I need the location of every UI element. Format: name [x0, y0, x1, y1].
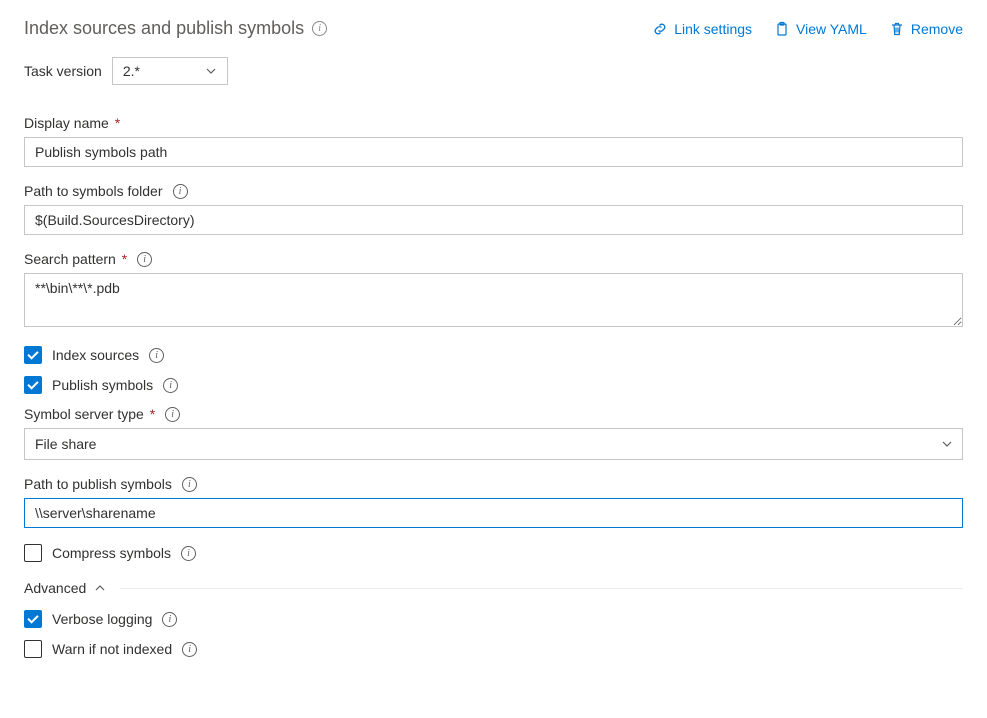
remove-button[interactable]: Remove — [889, 21, 963, 37]
info-icon[interactable] — [173, 184, 188, 199]
compress-label: Compress symbols — [52, 545, 171, 561]
clipboard-icon — [774, 21, 790, 37]
display-name-label: Display name * — [24, 115, 120, 131]
verbose-row: Verbose logging — [24, 610, 963, 628]
section-divider — [120, 588, 963, 589]
warn-label: Warn if not indexed — [52, 641, 172, 657]
chevron-up-icon — [94, 582, 106, 594]
info-icon[interactable] — [312, 21, 327, 36]
warn-checkbox[interactable] — [24, 640, 42, 658]
verbose-label: Verbose logging — [52, 611, 152, 627]
search-pattern-label: Search pattern * — [24, 251, 127, 267]
verbose-checkbox[interactable] — [24, 610, 42, 628]
compress-row: Compress symbols — [24, 544, 963, 562]
publish-path-input[interactable] — [24, 498, 963, 528]
link-settings-button[interactable]: Link settings — [652, 21, 752, 37]
link-icon — [652, 21, 668, 37]
task-version-select[interactable]: 2.* — [112, 57, 228, 85]
info-icon[interactable] — [163, 378, 178, 393]
symbols-folder-field: Path to symbols folder — [24, 183, 963, 235]
task-version-row: Task version 2.* — [24, 57, 963, 85]
task-version-label: Task version — [24, 63, 102, 79]
chevron-down-icon — [205, 65, 217, 77]
display-name-input[interactable] — [24, 137, 963, 167]
warn-row: Warn if not indexed — [24, 640, 963, 658]
advanced-section-header[interactable]: Advanced — [24, 580, 963, 596]
info-icon[interactable] — [162, 612, 177, 627]
search-pattern-input[interactable] — [24, 273, 963, 327]
compress-checkbox[interactable] — [24, 544, 42, 562]
header: Index sources and publish symbols Link s… — [24, 18, 963, 39]
info-icon[interactable] — [149, 348, 164, 363]
trash-icon — [889, 21, 905, 37]
symbols-folder-label: Path to symbols folder — [24, 183, 163, 199]
publish-path-label: Path to publish symbols — [24, 476, 172, 492]
remove-label: Remove — [911, 21, 963, 37]
display-name-field: Display name * — [24, 115, 963, 167]
index-sources-label: Index sources — [52, 347, 139, 363]
server-type-label: Symbol server type * — [24, 406, 155, 422]
info-icon[interactable] — [181, 546, 196, 561]
view-yaml-button[interactable]: View YAML — [774, 21, 867, 37]
server-type-value: File share — [35, 436, 96, 452]
publish-symbols-row: Publish symbols — [24, 376, 963, 394]
search-pattern-field: Search pattern * — [24, 251, 963, 330]
view-yaml-label: View YAML — [796, 21, 867, 37]
page-title: Index sources and publish symbols — [24, 18, 304, 39]
server-type-field: Symbol server type * File share — [24, 406, 963, 460]
info-icon[interactable] — [165, 407, 180, 422]
server-type-select[interactable]: File share — [24, 428, 963, 460]
info-icon[interactable] — [137, 252, 152, 267]
title-wrap: Index sources and publish symbols — [24, 18, 327, 39]
info-icon[interactable] — [182, 642, 197, 657]
publish-symbols-label: Publish symbols — [52, 377, 153, 393]
advanced-title: Advanced — [24, 580, 86, 596]
link-settings-label: Link settings — [674, 21, 752, 37]
task-version-value: 2.* — [123, 63, 140, 79]
info-icon[interactable] — [182, 477, 197, 492]
publish-path-field: Path to publish symbols — [24, 476, 963, 528]
index-sources-row: Index sources — [24, 346, 963, 364]
header-actions: Link settings View YAML Remove — [652, 21, 963, 37]
symbols-folder-input[interactable] — [24, 205, 963, 235]
publish-symbols-checkbox[interactable] — [24, 376, 42, 394]
index-sources-checkbox[interactable] — [24, 346, 42, 364]
